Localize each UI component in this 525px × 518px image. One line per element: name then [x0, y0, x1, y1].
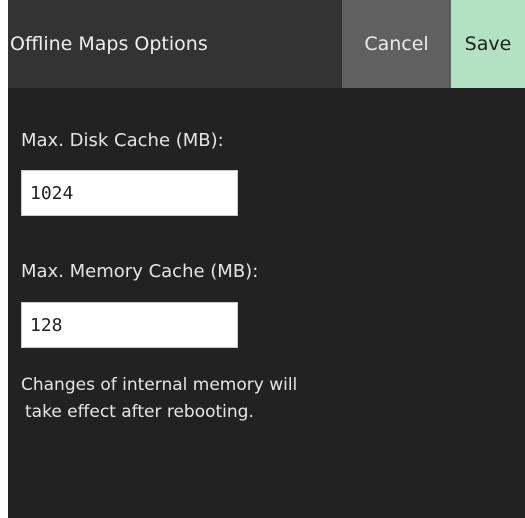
offline-maps-options-dialog: Offline Maps Options Cancel Save Max. Di…	[8, 0, 525, 518]
save-button[interactable]: Save	[451, 0, 525, 88]
memory-cache-label: Max. Memory Cache (MB):	[21, 261, 259, 282]
cancel-button[interactable]: Cancel	[342, 0, 451, 88]
dialog-title: Offline Maps Options	[10, 33, 208, 55]
reboot-note: Changes of internal memory will take eff…	[21, 372, 401, 426]
reboot-note-line-1: Changes of internal memory will	[21, 375, 298, 395]
reboot-note-line-2: take effect after rebooting.	[25, 402, 254, 422]
disk-cache-input[interactable]	[21, 170, 238, 216]
dialog-title-bar: Offline Maps Options Cancel Save	[8, 0, 525, 88]
disk-cache-label: Max. Disk Cache (MB):	[21, 130, 224, 151]
memory-cache-input[interactable]	[21, 302, 238, 348]
